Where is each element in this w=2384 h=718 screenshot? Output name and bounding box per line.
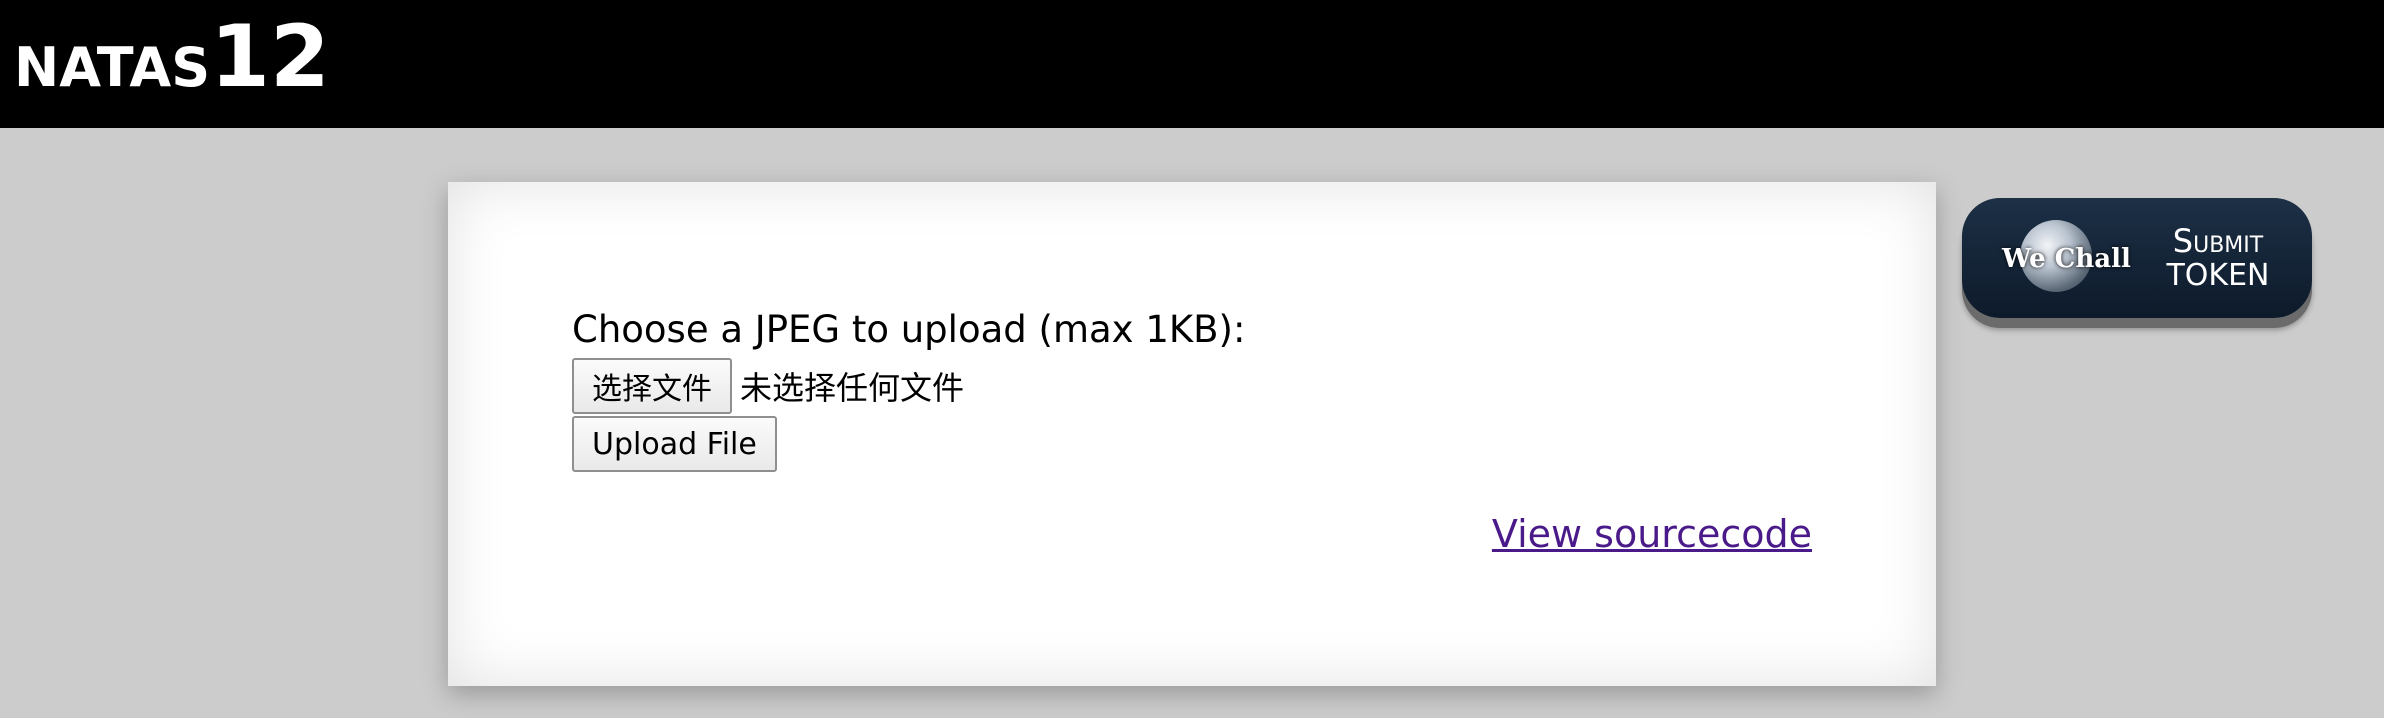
file-input-row: 选择文件 未选择任何文件: [572, 358, 964, 414]
content-panel: Choose a JPEG to upload (max 1KB): 选择文件 …: [448, 182, 1936, 686]
upload-prompt: Choose a JPEG to upload (max 1KB):: [572, 308, 1246, 351]
title-level: 12: [210, 7, 330, 107]
upload-row: Upload File: [572, 416, 777, 472]
wechall-logo: We Chall: [2002, 244, 2131, 274]
header-bar: NATAS12: [0, 0, 2384, 128]
no-file-selected-text: 未选择任何文件: [740, 369, 965, 407]
token-text: token: [2166, 258, 2270, 294]
title-prefix: NATAS: [14, 36, 211, 99]
upload-file-button[interactable]: Upload File: [572, 416, 777, 472]
view-sourcecode-link[interactable]: View sourcecode: [1492, 512, 1812, 556]
submit-token-label: Submit token: [2148, 222, 2288, 294]
choose-file-button[interactable]: 选择文件: [572, 358, 732, 414]
page-title: NATAS12: [14, 14, 330, 100]
wechall-submit-token-button[interactable]: We Chall Submit token: [1962, 198, 2312, 318]
submit-text: Submit: [2172, 222, 2264, 260]
